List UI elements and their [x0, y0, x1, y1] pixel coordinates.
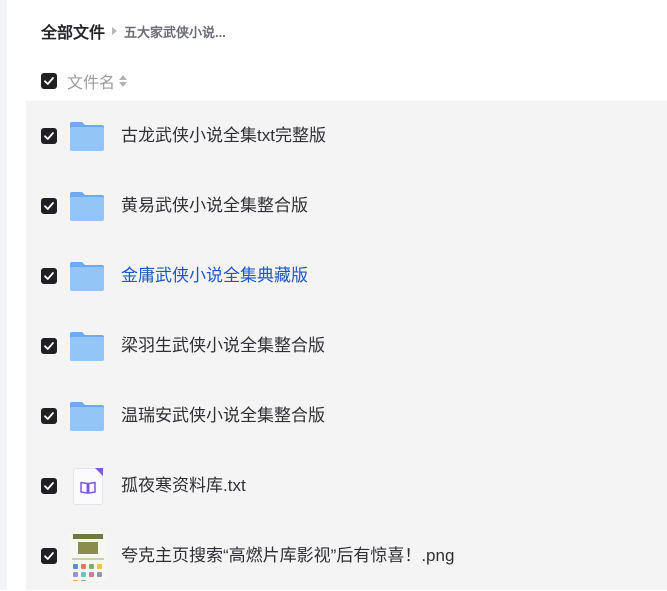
- breadcrumb-separator-icon: [112, 27, 118, 35]
- txt-file-icon[interactable]: [73, 468, 103, 505]
- checkmark-icon: [44, 552, 54, 560]
- file-name[interactable]: 梁羽生武侠小说全集整合版: [121, 335, 325, 357]
- file-row[interactable]: 黄易武侠小说全集整合版: [26, 171, 667, 241]
- file-checkbox[interactable]: [41, 408, 57, 424]
- column-header-filename[interactable]: 文件名: [67, 69, 115, 93]
- file-checkbox[interactable]: [41, 198, 57, 214]
- checkmark-icon: [44, 412, 54, 420]
- folder-icon[interactable]: [69, 398, 105, 434]
- breadcrumb-current: 五大家武侠小说...: [124, 24, 226, 40]
- sort-icon[interactable]: [119, 75, 128, 87]
- checkmark-icon: [44, 77, 54, 85]
- file-row[interactable]: 夸克主页搜索“高燃片库影视”后有惊喜！.png: [26, 521, 667, 591]
- folder-icon[interactable]: [69, 258, 105, 294]
- folder-icon[interactable]: [69, 118, 105, 154]
- file-checkbox[interactable]: [41, 268, 57, 284]
- file-row[interactable]: 金庸武侠小说全集典藏版: [26, 241, 667, 311]
- file-name[interactable]: 黄易武侠小说全集整合版: [121, 195, 308, 217]
- breadcrumb-root[interactable]: 全部文件: [41, 19, 105, 43]
- sidebar-edge: [0, 0, 7, 590]
- file-row[interactable]: 温瑞安武侠小说全集整合版: [26, 381, 667, 451]
- file-row[interactable]: 梁羽生武侠小说全集整合版: [26, 311, 667, 381]
- checkmark-icon: [44, 202, 54, 210]
- checkmark-icon: [44, 342, 54, 350]
- image-thumbnail[interactable]: [69, 531, 107, 581]
- checkmark-icon: [44, 132, 54, 140]
- file-name[interactable]: 金庸武侠小说全集典藏版: [121, 265, 308, 287]
- file-checkbox[interactable]: [41, 548, 57, 564]
- file-name[interactable]: 孤夜寒资料库.txt: [121, 475, 246, 497]
- file-list: 古龙武侠小说全集txt完整版 黄易武侠小说全集整合版 金庸武侠小说全集典藏版 梁…: [26, 101, 667, 590]
- file-name[interactable]: 温瑞安武侠小说全集整合版: [121, 405, 325, 427]
- file-row[interactable]: 古龙武侠小说全集txt完整版: [26, 101, 667, 171]
- checkmark-icon: [44, 272, 54, 280]
- file-name[interactable]: 古龙武侠小说全集txt完整版: [121, 125, 326, 147]
- checkmark-icon: [44, 482, 54, 490]
- list-header: 文件名: [41, 69, 128, 93]
- select-all-checkbox[interactable]: [41, 73, 57, 89]
- file-checkbox[interactable]: [41, 478, 57, 494]
- file-name[interactable]: 夸克主页搜索“高燃片库影视”后有惊喜！.png: [121, 545, 454, 567]
- file-checkbox[interactable]: [41, 338, 57, 354]
- breadcrumb: 全部文件 五大家武侠小说...: [41, 19, 226, 43]
- file-row[interactable]: 孤夜寒资料库.txt: [26, 451, 667, 521]
- file-checkbox[interactable]: [41, 128, 57, 144]
- folder-icon[interactable]: [69, 328, 105, 364]
- folder-icon[interactable]: [69, 188, 105, 224]
